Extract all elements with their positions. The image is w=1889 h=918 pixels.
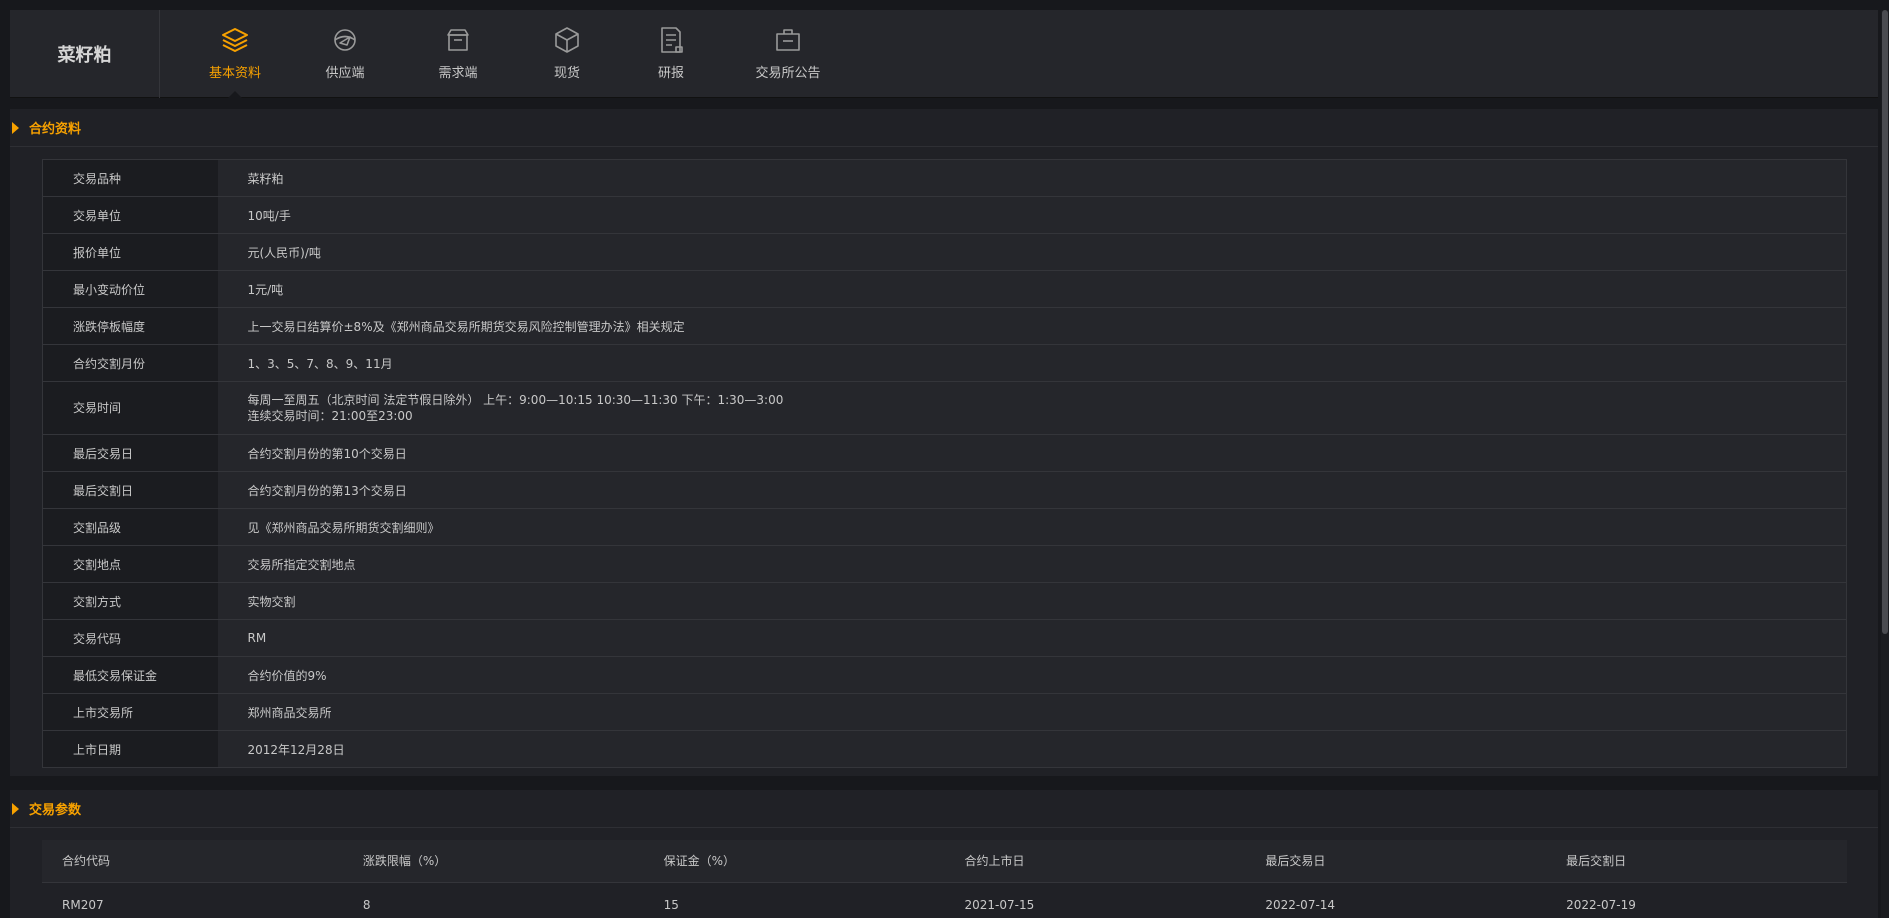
col-header-listing-date: 合约上市日 [944, 840, 1246, 883]
row-key: 上市日期 [42, 730, 218, 768]
row-value: 每周一至周五（北京时间 法定节假日除外） 上午：9:00—10:15 10:30… [217, 381, 1847, 435]
globe-plane-icon [329, 24, 361, 56]
row-key: 最后交易日 [42, 434, 218, 472]
table-row: 交易单位 10吨/手 [42, 196, 1847, 234]
row-key: 合约交割月份 [42, 344, 218, 382]
table-row: 上市日期 2012年12月28日 [42, 730, 1847, 768]
tab-exchange-notice[interactable]: 交易所公告 [733, 10, 843, 98]
cell-last-delivery-day: 2022-07-19 [1546, 882, 1847, 918]
row-value: 实物交割 [217, 582, 1847, 620]
vertical-scrollbar[interactable] [1881, 10, 1889, 918]
triangle-marker-icon [12, 121, 19, 134]
section-header: 交易参数 [10, 790, 1878, 828]
row-value: 10吨/手 [217, 196, 1847, 234]
trading-hours-line: 每周一至周五（北京时间 法定节假日除外） 上午：9:00—10:15 10:30… [247, 393, 784, 407]
cell-last-trade-day: 2022-07-14 [1245, 882, 1547, 918]
row-value: 上一交易日结算价±8%及《郑州商品交易所期货交易风险控制管理办法》相关规定 [217, 307, 1847, 345]
tab-demand[interactable]: 需求端 [403, 10, 513, 98]
row-key: 报价单位 [42, 233, 218, 271]
row-value: 2012年12月28日 [217, 730, 1847, 768]
tab-label: 基本资料 [208, 66, 261, 81]
row-key: 交割方式 [42, 582, 218, 620]
row-key: 交割地点 [42, 545, 218, 583]
section-header: 合约资料 [10, 109, 1878, 147]
tab-research[interactable]: 研报 [616, 10, 726, 98]
cell-listing-date: 2021-07-15 [944, 882, 1246, 918]
tab-label: 研报 [657, 66, 684, 81]
row-key: 交割品级 [42, 508, 218, 546]
briefcase-icon [772, 24, 804, 56]
product-name: 菜籽粕 [10, 10, 160, 98]
tab-basic-info[interactable]: 基本资料 [180, 10, 290, 98]
row-value: 合约价值的9% [217, 656, 1847, 694]
row-value: 元(人民币)/吨 [217, 233, 1847, 271]
row-key: 交易时间 [42, 381, 218, 435]
table-row: 最后交易日 合约交割月份的第10个交易日 [42, 434, 1847, 472]
row-value: 郑州商品交易所 [217, 693, 1847, 731]
col-header-contract-code: 合约代码 [42, 840, 343, 883]
scrollbar-thumb[interactable] [1882, 10, 1888, 634]
tab-label: 交易所公告 [755, 66, 821, 81]
row-key: 交易代码 [42, 619, 218, 657]
table-row: 交割方式 实物交割 [42, 582, 1847, 620]
params-section: 交易参数 合约代码 涨跌限幅（%） 保证金（%） 合约上市日 最后交易日 最后交… [10, 790, 1878, 918]
cell-margin: 15 [643, 882, 945, 918]
row-value: 1元/吨 [217, 270, 1847, 308]
row-value: 合约交割月份的第10个交易日 [217, 434, 1847, 472]
tab-label: 供应端 [325, 66, 365, 81]
cell-contract-code: RM207 [42, 882, 343, 918]
contract-info-table: 交易品种 菜籽粕 交易单位 10吨/手 报价单位 元(人民币)/吨 最小变动价位 1元/… [42, 159, 1847, 768]
col-header-last-delivery-day: 最后交割日 [1546, 840, 1847, 883]
table-row: 合约交割月份 1、3、5、7、8、9、11月 [42, 344, 1847, 382]
params-table: 合约代码 涨跌限幅（%） 保证金（%） 合约上市日 最后交易日 最后交割日 RM… [42, 840, 1847, 918]
table-row: 报价单位 元(人民币)/吨 [42, 233, 1847, 271]
cell-limit: 8 [342, 882, 644, 918]
layers-icon [219, 24, 251, 56]
col-header-last-trade-day: 最后交易日 [1245, 840, 1547, 883]
row-value: 交易所指定交割地点 [217, 545, 1847, 583]
row-value: 1、3、5、7、8、9、11月 [217, 344, 1847, 382]
table-row: 交易品种 菜籽粕 [42, 159, 1847, 197]
table-row: 交割品级 见《郑州商品交易所期货交割细则》 [42, 508, 1847, 546]
row-value: 菜籽粕 [217, 159, 1847, 197]
row-key: 最小变动价位 [42, 270, 218, 308]
table-header-row: 合约代码 涨跌限幅（%） 保证金（%） 合约上市日 最后交易日 最后交割日 [42, 840, 1847, 883]
report-icon [655, 24, 687, 56]
table-row: 上市交易所 郑州商品交易所 [42, 693, 1847, 731]
top-nav: 菜籽粕 基本资料 供应端 需求端 现货 研报 交易所公告 [10, 10, 1878, 98]
storage-box-icon [442, 24, 474, 56]
col-header-limit: 涨跌限幅（%） [342, 840, 644, 883]
tab-supply[interactable]: 供应端 [290, 10, 400, 98]
triangle-marker-icon [12, 802, 19, 815]
table-row: 最小变动价位 1元/吨 [42, 270, 1847, 308]
tab-label: 需求端 [438, 66, 478, 81]
row-value: RM [217, 619, 1847, 657]
tab-spot[interactable]: 现货 [512, 10, 622, 98]
section-title: 合约资料 [29, 122, 82, 137]
row-key: 最后交割日 [42, 471, 218, 509]
col-header-margin: 保证金（%） [643, 840, 945, 883]
row-key: 上市交易所 [42, 693, 218, 731]
table-row: 涨跌停板幅度 上一交易日结算价±8%及《郑州商品交易所期货交易风险控制管理办法》相… [42, 307, 1847, 345]
contract-section: 合约资料 交易品种 菜籽粕 交易单位 10吨/手 报价单位 元(人民币)/吨 最小变动… [10, 109, 1878, 776]
table-row: 交易代码 RM [42, 619, 1847, 657]
table-row: 交割地点 交易所指定交割地点 [42, 545, 1847, 583]
table-row[interactable]: RM207 8 15 2021-07-15 2022-07-14 2022-07… [42, 882, 1847, 918]
row-value: 合约交割月份的第13个交易日 [217, 471, 1847, 509]
cube-icon [551, 24, 583, 56]
row-key: 涨跌停板幅度 [42, 307, 218, 345]
table-row: 最后交割日 合约交割月份的第13个交易日 [42, 471, 1847, 509]
table-row: 交易时间 每周一至周五（北京时间 法定节假日除外） 上午：9:00—10:15 1… [42, 381, 1847, 435]
row-value: 见《郑州商品交易所期货交割细则》 [217, 508, 1847, 546]
row-key: 最低交易保证金 [42, 656, 218, 694]
table-row: 最低交易保证金 合约价值的9% [42, 656, 1847, 694]
row-key: 交易品种 [42, 159, 218, 197]
tab-label: 现货 [553, 66, 580, 81]
row-key: 交易单位 [42, 196, 218, 234]
night-session-line: 连续交易时间：21:00至23:00 [247, 409, 413, 423]
app-root: 菜籽粕 基本资料 供应端 需求端 现货 研报 交易所公告 合约资料 交易品种 菜… [0, 0, 1889, 918]
section-title: 交易参数 [29, 803, 82, 818]
